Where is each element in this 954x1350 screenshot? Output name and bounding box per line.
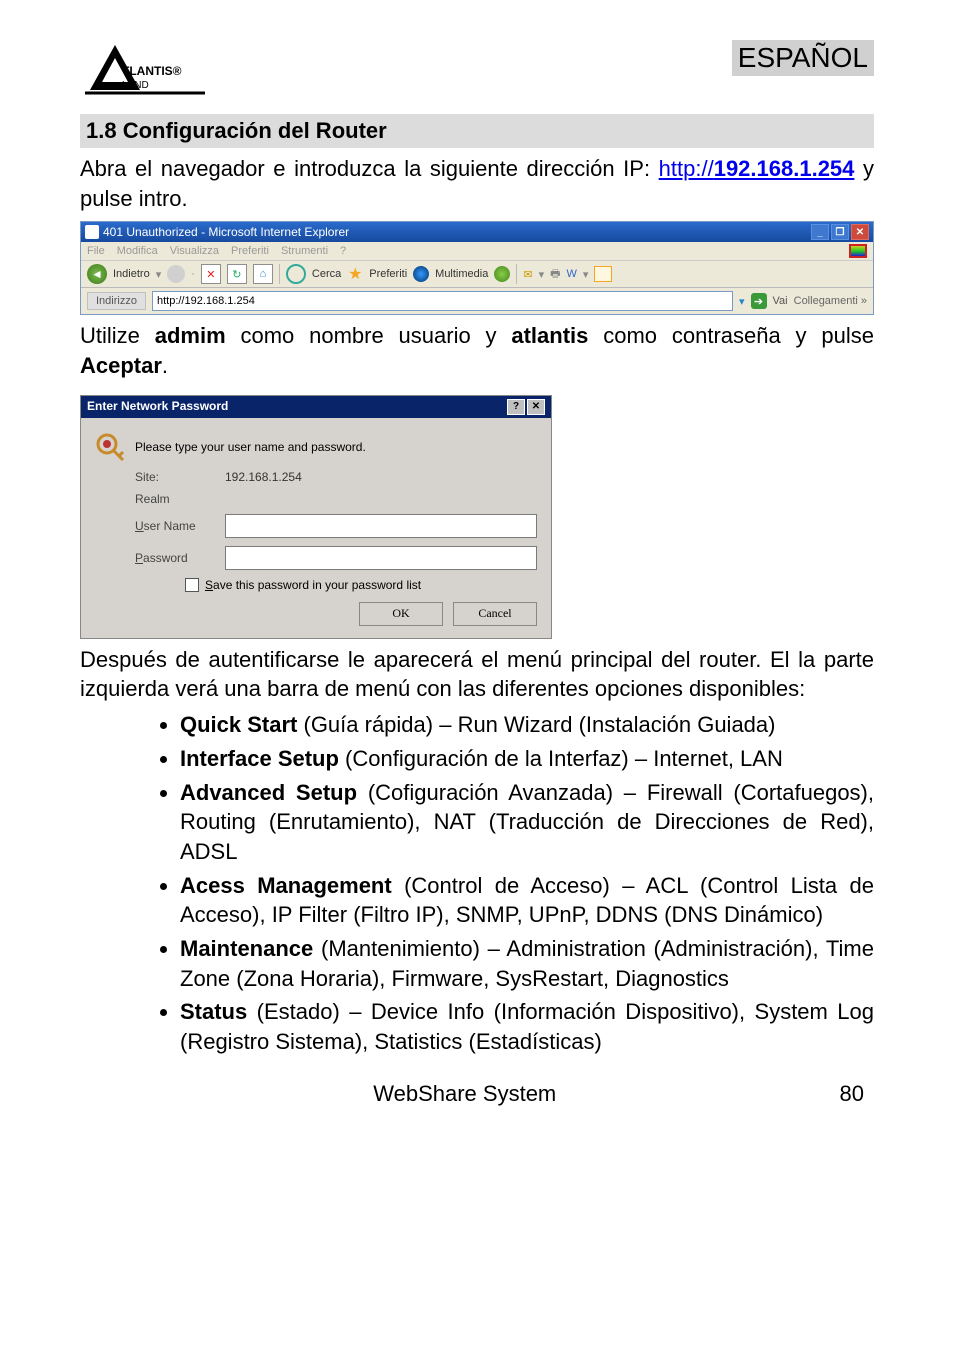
list-item: Advanced Setup (Cofiguración Avanzada) –… — [180, 778, 874, 867]
footer-product: WebShare System — [373, 1081, 556, 1107]
print-icon[interactable]: 🖶 — [550, 265, 560, 284]
svg-text:TLANTIS®: TLANTIS® — [122, 64, 182, 78]
svg-text:LAND: LAND — [122, 80, 149, 91]
favorites-label[interactable]: Preferiti — [369, 268, 407, 280]
section-title: 1.8 Configuración del Router — [80, 114, 874, 148]
back-button-icon[interactable]: ◄ — [87, 264, 107, 284]
dialog-instruction: Please type your user name and password. — [135, 440, 366, 454]
realm-label: Realm — [135, 492, 215, 506]
ie-window: 401 Unauthorized - Microsoft Internet Ex… — [80, 221, 874, 315]
menu-strumenti[interactable]: Strumenti — [281, 245, 328, 257]
go-button-icon[interactable]: ➔ — [751, 293, 767, 309]
username-input[interactable] — [225, 514, 537, 538]
favorites-star-icon[interactable]: ★ — [347, 266, 363, 282]
site-value: 192.168.1.254 — [225, 470, 302, 484]
site-label: Site: — [135, 470, 215, 484]
intro-text: Abra el navegador e introduzca la siguie… — [80, 156, 659, 181]
back-label[interactable]: Indietro — [113, 268, 150, 280]
save-password-checkbox[interactable]: Save this password in your password list — [185, 578, 537, 592]
menu-visualizza[interactable]: Visualizza — [170, 245, 219, 257]
home-button-icon[interactable]: ⌂ — [253, 264, 273, 284]
search-icon[interactable] — [286, 264, 306, 284]
dialog-title: Enter Network Password — [87, 399, 228, 415]
search-label[interactable]: Cerca — [312, 268, 341, 280]
media-label[interactable]: Multimedia — [435, 268, 488, 280]
intro-paragraph: Abra el navegador e introduzca la siguie… — [80, 154, 874, 213]
router-url-link[interactable]: http://192.168.1.254 — [659, 156, 855, 181]
address-input[interactable] — [152, 291, 733, 311]
password-input[interactable] — [225, 546, 537, 570]
list-item: Quick Start (Guía rápida) – Run Wizard (… — [180, 710, 874, 740]
close-button[interactable]: ✕ — [851, 224, 869, 240]
dialog-close-button[interactable]: ✕ — [527, 399, 545, 415]
list-item: Acess Management (Control de Acceso) – A… — [180, 871, 874, 930]
username-label: User Name — [135, 519, 215, 533]
list-item: Interface Setup (Configuración de la Int… — [180, 744, 874, 774]
menu-file[interactable]: File — [87, 245, 105, 257]
edit-icon[interactable]: W — [566, 268, 576, 280]
list-item: Maintenance (Mantenimiento) – Administra… — [180, 934, 874, 993]
list-item: Status (Estado) – Device Info (Informaci… — [180, 997, 874, 1056]
go-label[interactable]: Vai — [773, 295, 788, 307]
stop-button-icon[interactable]: ✕ — [201, 264, 221, 284]
ie-address-bar: Indirizzo ▾ ➔ Vai Collegamenti » — [81, 288, 873, 314]
key-icon — [95, 432, 125, 462]
cancel-button[interactable]: Cancel — [453, 602, 537, 626]
media-icon[interactable] — [413, 266, 429, 282]
ie-toolbar: ◄ Indietro ▾ · ✕ ↻ ⌂ Cerca ★ Preferiti M… — [81, 261, 873, 288]
checkbox-box-icon[interactable] — [185, 578, 199, 592]
history-icon[interactable] — [494, 266, 510, 282]
ie-menubar: File Modifica Visualizza Preferiti Strum… — [81, 242, 873, 261]
refresh-button-icon[interactable]: ↻ — [227, 264, 247, 284]
ie-app-icon — [85, 225, 99, 239]
password-label: Password — [135, 551, 215, 565]
menu-help[interactable]: ? — [340, 245, 346, 257]
forward-button-icon[interactable] — [167, 265, 185, 283]
ie-titlebar: 401 Unauthorized - Microsoft Internet Ex… — [81, 222, 873, 242]
ie-title-text: 401 Unauthorized - Microsoft Internet Ex… — [103, 225, 349, 239]
dialog-titlebar: Enter Network Password ? ✕ — [81, 396, 551, 418]
dialog-help-button[interactable]: ? — [507, 399, 525, 415]
menu-preferiti[interactable]: Preferiti — [231, 245, 269, 257]
discuss-icon[interactable] — [594, 266, 612, 282]
windows-flag-icon — [849, 244, 867, 258]
after-auth-paragraph: Después de autentificarse le aparecerá e… — [80, 645, 874, 704]
address-label: Indirizzo — [87, 292, 146, 310]
maximize-button[interactable]: ❐ — [831, 224, 849, 240]
menu-modifica[interactable]: Modifica — [117, 245, 158, 257]
password-dialog: Enter Network Password ? ✕ Please type y… — [80, 395, 552, 639]
page-number: 80 — [840, 1081, 864, 1107]
ok-button[interactable]: OK — [359, 602, 443, 626]
credentials-paragraph: Utilize admim como nombre usuario y atla… — [80, 321, 874, 380]
brand-logo: TLANTIS® LAND — [80, 40, 210, 100]
links-label[interactable]: Collegamenti » — [794, 295, 867, 307]
minimize-button[interactable]: _ — [811, 224, 829, 240]
mail-icon[interactable]: ✉ — [523, 268, 532, 281]
save-password-label: Save this password in your password list — [205, 578, 421, 592]
language-label: ESPAÑOL — [732, 40, 874, 76]
menu-options-list: Quick Start (Guía rápida) – Run Wizard (… — [80, 710, 874, 1057]
